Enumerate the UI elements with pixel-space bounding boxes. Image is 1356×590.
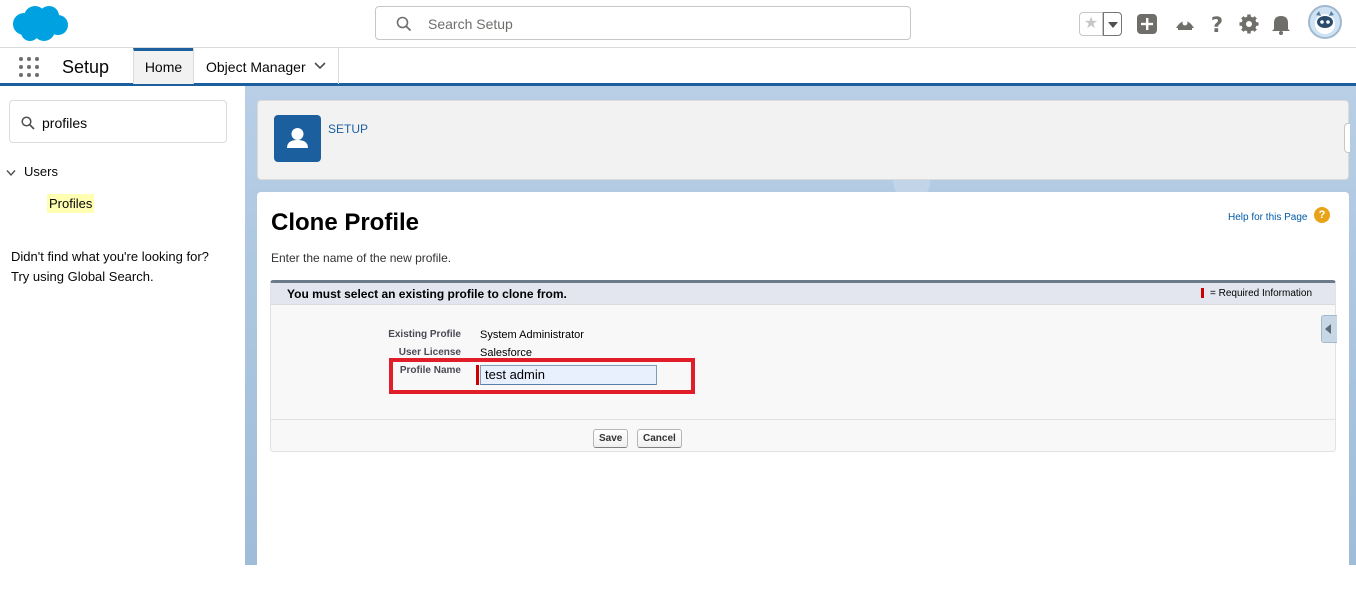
existing-profile-label: Existing Profile [388,329,461,340]
quick-find-input[interactable]: profiles [9,100,227,143]
search-placeholder: Search Setup [428,16,513,32]
trailhead-icon[interactable] [1174,13,1196,35]
tree-section-users-label: Users [24,164,58,179]
existing-profile-value: System Administrator [480,329,584,341]
user-avatar[interactable] [1308,5,1342,39]
favorites-dropdown-icon[interactable] [1103,12,1122,36]
cancel-button[interactable]: Cancel [637,429,682,448]
page-header-scroll-handle[interactable] [1344,123,1350,153]
setup-sidebar: profiles Users Profiles Didn't find what… [0,86,245,590]
astro-avatar-icon [1315,11,1335,34]
page-description: Enter the name of the new profile. [271,251,452,265]
required-legend-text: = Required Information [1210,288,1313,299]
user-license-label: User License [398,347,461,358]
highlight-annotation-box [389,358,695,394]
hint-line-2: Try using Global Search. [11,269,154,284]
favorites-star-icon[interactable]: ★ [1079,12,1103,36]
app-launcher-icon[interactable] [19,57,39,77]
block-header: You must select an existing profile to c… [271,283,1335,305]
global-search-hint: Didn't find what you're looking for? Try… [11,247,231,287]
collapse-side-tab-icon[interactable] [1321,315,1337,343]
page-title: Clone Profile [271,209,420,236]
context-bar: Setup Home Object Manager [0,48,1356,86]
tab-home[interactable]: Home [133,48,194,84]
hint-line-1: Didn't find what you're looking for? [11,249,209,264]
svg-text:?: ? [1211,13,1223,35]
help-icon[interactable]: ? [1206,13,1228,35]
search-icon [21,116,35,130]
chevron-down-icon [6,169,16,176]
chevron-down-icon[interactable] [314,62,326,70]
salesforce-logo[interactable] [10,4,70,44]
tab-object-manager[interactable]: Object Manager [193,48,339,84]
block-title: You must select an existing profile to c… [287,287,567,301]
quick-find-value: profiles [42,115,88,131]
save-button[interactable]: Save [593,429,629,448]
required-info-legend: = Required Information [1201,288,1312,299]
tree-section-users[interactable]: Users [6,164,58,179]
search-setup-input[interactable]: Search Setup [375,6,911,40]
global-header: Search Setup ★ ? [0,0,1356,48]
user-icon [274,115,321,162]
favorites-group: ★ [1079,12,1122,36]
page-header: SETUP [257,100,1350,180]
search-icon [396,16,412,32]
notifications-bell-icon[interactable] [1270,13,1292,35]
required-marker-icon [1201,288,1204,299]
global-actions-icon[interactable] [1136,13,1158,35]
help-question-icon[interactable]: ? [1314,207,1330,223]
tree-item-profiles[interactable]: Profiles [47,194,95,213]
app-name: Setup [62,57,110,77]
breadcrumb-setup[interactable]: SETUP [328,122,368,136]
gear-icon[interactable] [1238,13,1260,35]
tab-object-manager-label: Object Manager [206,59,306,75]
help-for-this-page-link[interactable]: Help for this Page [1228,212,1308,223]
